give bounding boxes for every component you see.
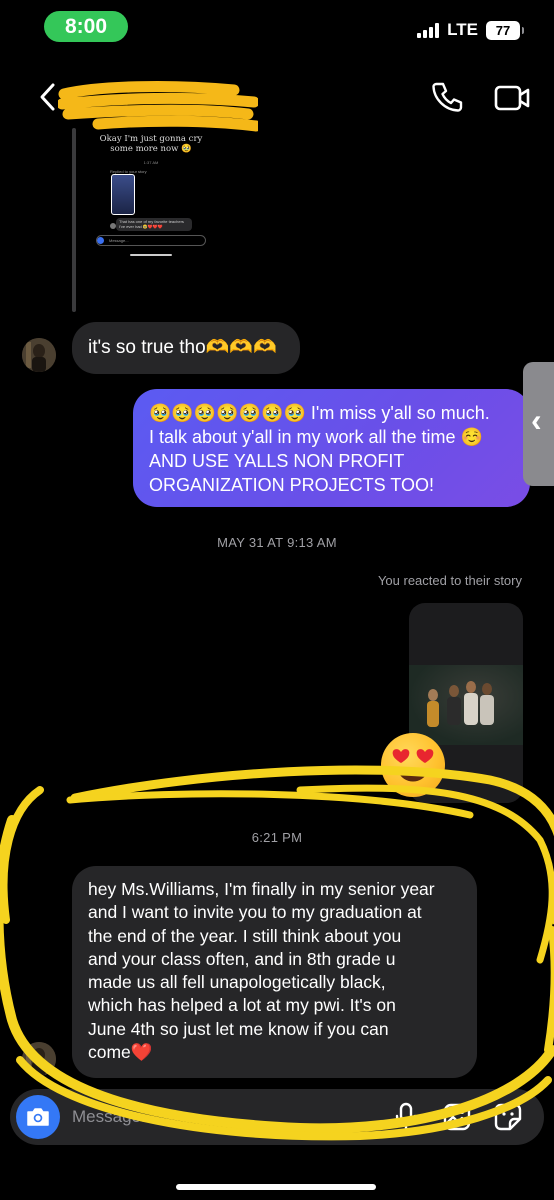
timestamp: 6:21 PM: [251, 830, 303, 845]
home-indicator[interactable]: [176, 1184, 376, 1190]
received-message[interactable]: hey Ms.Williams, I'm finally in my senio…: [72, 866, 477, 1078]
battery-icon: 77: [486, 20, 524, 40]
phone-icon[interactable]: [430, 80, 464, 114]
sent-message[interactable]: 🥹🥹🥹🥹🥹🥹🥹 I'm miss y'all so much. I talk a…: [133, 389, 530, 507]
name-redaction: [58, 81, 258, 132]
video-camera-icon[interactable]: [493, 82, 531, 114]
camera-icon: [27, 1108, 49, 1126]
reaction-emoji[interactable]: [381, 733, 445, 797]
reply-quote-bar: [72, 128, 76, 312]
shared-story-caption: Okay I'm just gonna cry some more now 🥹: [99, 134, 203, 154]
chevron-left-icon: ‹: [531, 402, 542, 438]
shared-story-preview[interactable]: Okay I'm just gonna cry some more now 🥹 …: [92, 128, 210, 262]
received-message[interactable]: it's so true tho🫶🫶🫶: [72, 322, 300, 374]
gallery-icon[interactable]: [442, 1102, 472, 1132]
side-panel-handle[interactable]: ‹: [523, 362, 554, 486]
shared-story-thumbnail: [111, 174, 135, 215]
reaction-note: You reacted to their story: [377, 573, 522, 588]
microphone-icon[interactable]: [394, 1102, 418, 1132]
message-composer: [10, 1089, 544, 1145]
shared-story-message: That has one of my favorite teachers I'v…: [116, 218, 192, 231]
timestamp: MAY 31 AT 9:13 AM: [217, 535, 337, 550]
shared-story-time: 1:37 AM: [143, 160, 159, 165]
status-time: 8:00: [44, 11, 128, 42]
shared-story-home-indicator: [130, 254, 172, 256]
camera-button[interactable]: [16, 1095, 60, 1139]
signal-icon: [417, 22, 440, 38]
message-input[interactable]: [72, 1103, 372, 1131]
avatar[interactable]: [22, 1042, 56, 1076]
shared-story-input: Message...: [96, 235, 206, 246]
status-indicators: LTE 77: [417, 20, 524, 40]
network-type: LTE: [447, 20, 478, 39]
avatar[interactable]: [22, 338, 56, 372]
sticker-icon[interactable]: [493, 1102, 523, 1132]
